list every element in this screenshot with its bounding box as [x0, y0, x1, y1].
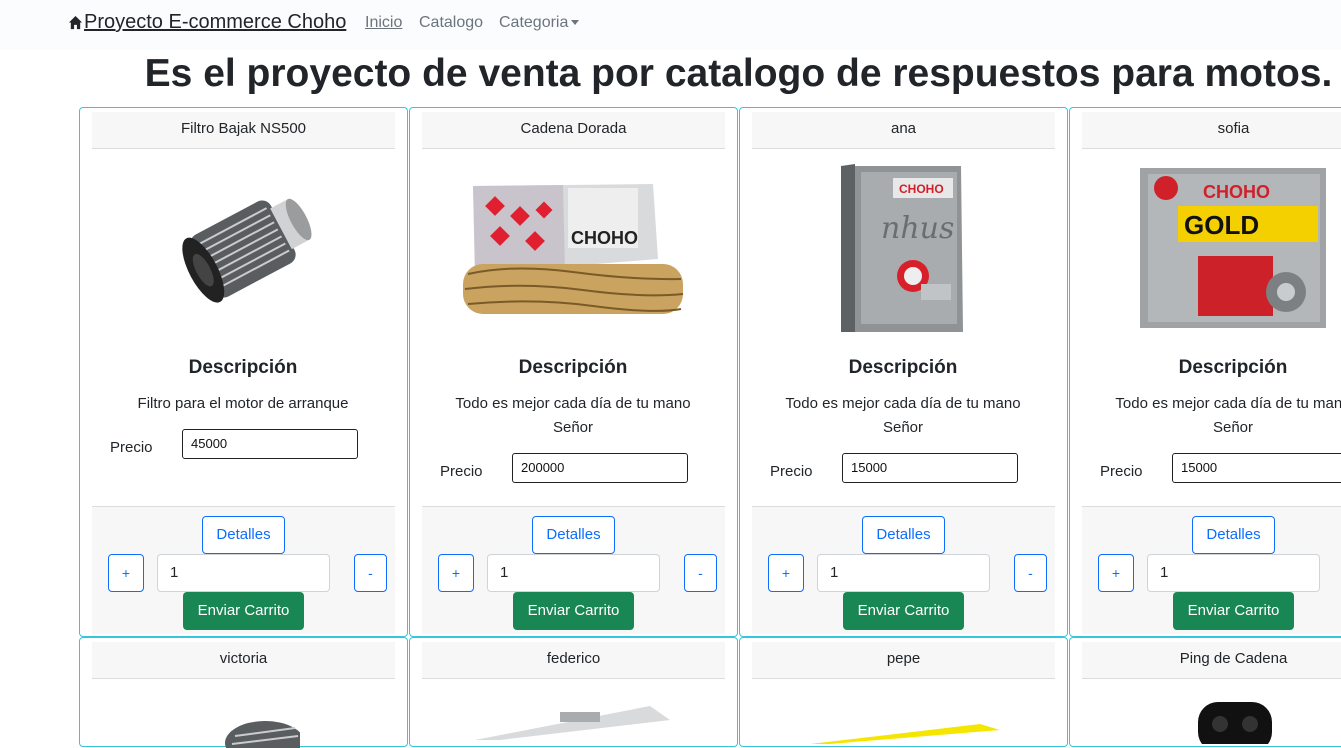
decrease-quantity-button[interactable]: -: [684, 554, 717, 592]
product-name: ana: [752, 112, 1055, 149]
brand-link[interactable]: Proyecto E-commerce Choho: [68, 11, 346, 34]
add-to-cart-button[interactable]: Enviar Carrito: [183, 592, 304, 630]
increase-quantity-button[interactable]: +: [1098, 554, 1134, 592]
price-label: Precio: [440, 463, 483, 480]
product-name: Filtro Bajak NS500: [92, 112, 395, 149]
chevron-down-icon: [571, 20, 580, 26]
svg-text:nhus: nhus: [881, 211, 954, 246]
increase-quantity-button[interactable]: +: [108, 554, 144, 592]
home-icon: [68, 15, 83, 30]
price-label: Precio: [770, 463, 813, 480]
page-title: Es el proyecto de venta por catalogo de …: [144, 52, 1333, 95]
navbar: Proyecto E-commerce Choho Inicio Catalog…: [0, 0, 1341, 50]
product-card: Cadena Dorada CHOHO Descripción Todo es …: [409, 107, 738, 637]
air-filter-image: [80, 164, 406, 334]
product-card: ana CHOHO nhus Descripción Todo es mejor…: [739, 107, 1068, 637]
product-description: Todo es mejor cada día de tu mano Señor: [1115, 395, 1341, 436]
product-card: sofia CHOHO GOLD Descripción Todo es mej…: [1069, 107, 1341, 637]
nav-inicio[interactable]: Inicio: [365, 14, 402, 32]
svg-text:CHOHO: CHOHO: [899, 182, 944, 196]
product-name: pepe: [752, 642, 1055, 679]
add-to-cart-button[interactable]: Enviar Carrito: [513, 592, 634, 630]
svg-text:CHOHO: CHOHO: [1203, 182, 1270, 202]
yellow-box-image: [810, 714, 1000, 744]
choho-gold-box-image: CHOHO GOLD: [1070, 164, 1341, 334]
decrease-quantity-button[interactable]: -: [354, 554, 387, 592]
svg-text:CHOHO: CHOHO: [571, 228, 638, 248]
product-description: Filtro para el motor de arranque: [137, 395, 349, 412]
details-button[interactable]: Detalles: [862, 516, 945, 554]
nav-categoria-dropdown[interactable]: Categoria: [499, 14, 580, 32]
brand-label: Proyecto E-commerce Choho: [84, 11, 347, 33]
chain-link-image: [1190, 694, 1280, 744]
add-to-cart-button[interactable]: Enviar Carrito: [1173, 592, 1294, 630]
quantity-input[interactable]: 1: [157, 554, 330, 592]
decrease-quantity-button[interactable]: -: [1014, 554, 1047, 592]
details-button[interactable]: Detalles: [1192, 516, 1275, 554]
product-card: Ping de Cadena: [1069, 637, 1341, 747]
nav-categoria-label: Categoria: [499, 14, 569, 31]
card-footer: Detalles + 1 - Enviar Carrito: [1082, 506, 1341, 634]
svg-text:GOLD: GOLD: [1184, 210, 1259, 240]
details-button[interactable]: Detalles: [532, 516, 615, 554]
card-footer: Detalles + 1 - Enviar Carrito: [92, 506, 395, 634]
description-title: Descripción: [188, 357, 298, 378]
product-name: Ping de Cadena: [1082, 642, 1341, 679]
price-label: Precio: [110, 439, 153, 456]
price-label: Precio: [1100, 463, 1143, 480]
add-to-cart-button[interactable]: Enviar Carrito: [843, 592, 964, 630]
chain-box-image: [470, 700, 670, 740]
price-input[interactable]: 15000: [1172, 453, 1341, 483]
quantity-input[interactable]: 1: [487, 554, 660, 592]
price-input[interactable]: 45000: [182, 429, 358, 459]
air-filter-image: [220, 698, 300, 748]
nav-catalogo[interactable]: Catalogo: [419, 14, 483, 32]
price-input[interactable]: 15000: [842, 453, 1018, 483]
product-card: victoria: [79, 637, 408, 748]
product-description: Todo es mejor cada día de tu mano Señor: [785, 395, 1021, 436]
increase-quantity-button[interactable]: +: [438, 554, 474, 592]
product-card: Filtro Bajak NS500 Descripción Filtro pa…: [79, 107, 408, 637]
quantity-input[interactable]: 1: [817, 554, 990, 592]
quantity-input[interactable]: 1: [1147, 554, 1320, 592]
product-description: Todo es mejor cada día de tu mano Señor: [455, 395, 691, 436]
product-name: sofia: [1082, 112, 1341, 149]
product-name: victoria: [92, 642, 395, 679]
card-footer: Detalles + 1 - Enviar Carrito: [752, 506, 1055, 634]
product-name: federico: [422, 642, 725, 679]
price-input[interactable]: 200000: [512, 453, 688, 483]
description-title: Descripción: [1178, 357, 1288, 378]
product-card: pepe: [739, 637, 1068, 747]
gold-chain-box-image: CHOHO: [410, 164, 736, 334]
product-card: federico: [409, 637, 738, 747]
description-title: Descripción: [848, 357, 958, 378]
card-footer: Detalles + 1 - Enviar Carrito: [422, 506, 725, 634]
increase-quantity-button[interactable]: +: [768, 554, 804, 592]
product-name: Cadena Dorada: [422, 112, 725, 149]
choho-silver-box-image: CHOHO nhus: [740, 164, 1066, 334]
description-title: Descripción: [518, 357, 628, 378]
details-button[interactable]: Detalles: [202, 516, 285, 554]
